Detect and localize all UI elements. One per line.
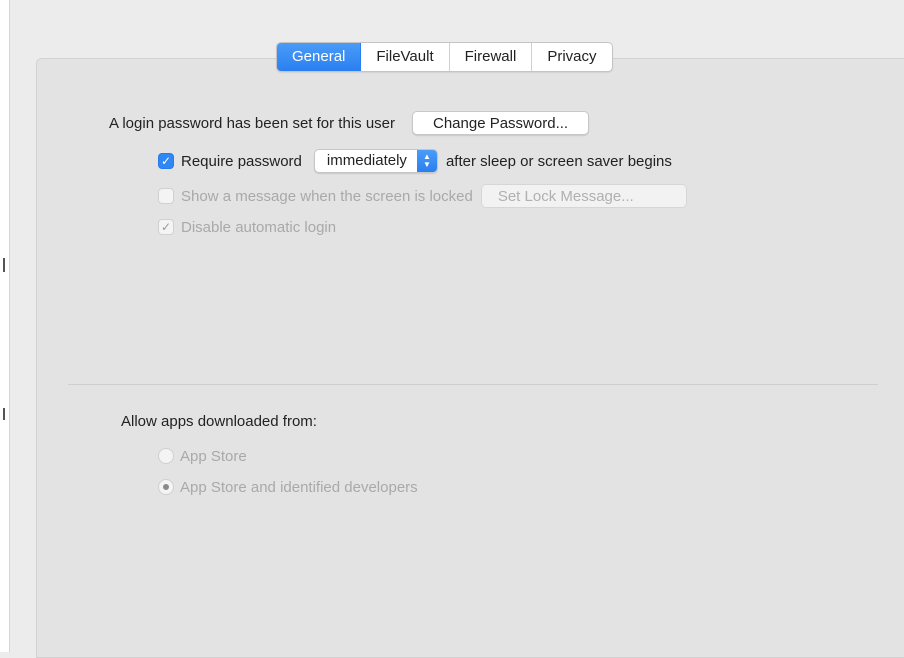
radio-identified-developers-label: App Store and identified developers: [180, 478, 418, 496]
radio-app-store[interactable]: [158, 448, 174, 464]
tab-firewall[interactable]: Firewall: [450, 43, 533, 71]
checkmark-icon: ✓: [160, 154, 172, 168]
checkmark-icon: ✓: [160, 220, 172, 234]
window-left-edge: [0, 0, 10, 652]
require-password-select[interactable]: immediately ▲ ▼: [313, 149, 438, 173]
tab-general[interactable]: General: [277, 43, 362, 71]
edge-mark: [3, 258, 5, 272]
login-password-row: A login password has been set for this u…: [109, 110, 590, 136]
require-password-suffix: after sleep or screen saver begins: [445, 152, 672, 170]
tab-filevault[interactable]: FileVault: [361, 43, 450, 71]
tab-privacy[interactable]: Privacy: [532, 43, 611, 71]
radio-identified-developers[interactable]: [158, 479, 174, 495]
require-password-checkbox[interactable]: ✓: [158, 153, 174, 169]
show-message-label: Show a message when the screen is locked: [181, 187, 473, 205]
require-password-row: ✓ Require password immediately ▲ ▼ after …: [158, 148, 672, 174]
edge-mark: [3, 408, 5, 420]
up-down-arrows-icon: ▲ ▼: [416, 150, 437, 172]
radio-selected-dot: [163, 484, 169, 490]
disable-auto-login-checkbox[interactable]: ✓: [158, 219, 174, 235]
disable-auto-login-label: Disable automatic login: [181, 218, 337, 236]
radio-app-store-row: App Store: [158, 444, 247, 468]
allow-apps-heading: Allow apps downloaded from:: [121, 412, 317, 430]
allow-apps-heading-row: Allow apps downloaded from:: [121, 409, 317, 433]
show-message-checkbox[interactable]: [158, 188, 174, 204]
login-password-text: A login password has been set for this u…: [109, 114, 395, 132]
select-value: immediately: [326, 152, 407, 169]
change-password-button[interactable]: Change Password...: [412, 111, 590, 135]
section-divider: [68, 384, 878, 385]
radio-app-store-label: App Store: [180, 447, 247, 465]
set-lock-message-button[interactable]: Set Lock Message...: [480, 184, 687, 208]
tab-bar: General FileVault Firewall Privacy: [276, 42, 613, 72]
require-password-label: Require password: [181, 152, 302, 170]
disable-auto-login-row: ✓ Disable automatic login: [158, 214, 336, 240]
show-message-row: Show a message when the screen is locked…: [158, 183, 687, 209]
radio-identified-developers-row: App Store and identified developers: [158, 475, 418, 499]
